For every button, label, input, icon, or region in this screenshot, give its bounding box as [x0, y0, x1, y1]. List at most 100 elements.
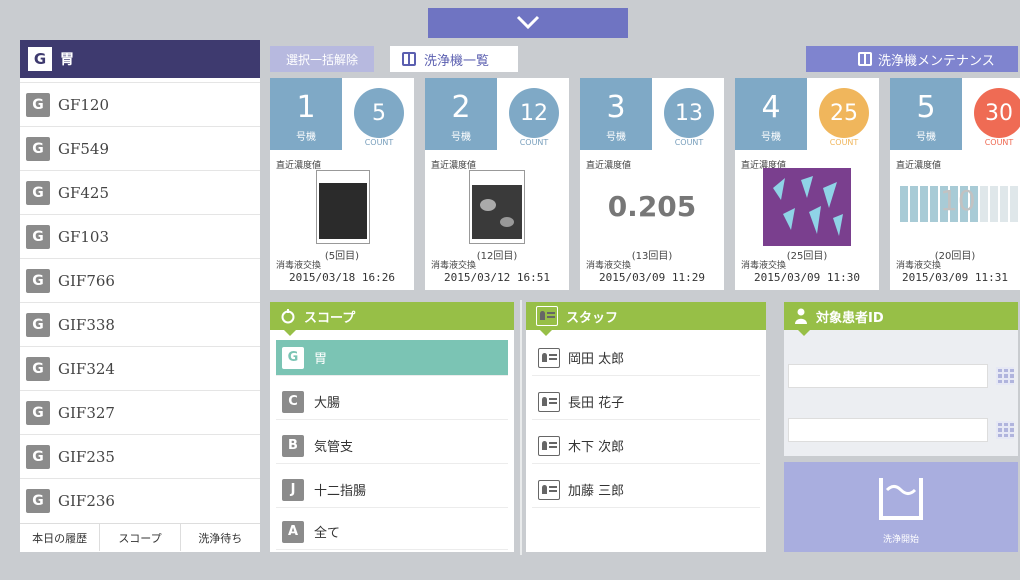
scope-sidebar: G 胃 G GF120 G GF549 G GF425 G GF103 G GIF766 … [20, 40, 260, 552]
scope-label: GF103 [58, 227, 110, 246]
sidebar-tabs: 本日の履歴 スコープ 洗浄待ち [20, 523, 260, 551]
category-badge: G [28, 47, 52, 71]
scope-option-bronchus[interactable]: B 気管支 [276, 428, 508, 464]
staff-name: 木下 次郎 [568, 440, 625, 455]
scope-option-label: 全て [314, 526, 341, 541]
person-icon [795, 308, 807, 324]
scope-option-all[interactable]: A 全て [276, 514, 508, 550]
washer-maintenance-button[interactable]: 洗浄機メンテナンス [806, 46, 1018, 72]
patient-id-input-1[interactable] [788, 364, 988, 388]
category-badge: G [282, 346, 304, 369]
keypad-icon[interactable] [996, 421, 1014, 439]
staff-item[interactable]: 木下 次郎 [532, 428, 760, 464]
tab-scope[interactable]: スコープ [100, 524, 181, 551]
category-badge: A [282, 520, 304, 543]
list-item[interactable]: G GIF235 [20, 434, 260, 478]
tab-today-history[interactable]: 本日の履歴 [20, 524, 101, 551]
indicator-value: 10 [940, 184, 976, 217]
category-badge: G [26, 312, 50, 337]
disinfectant-change-label: 消毒液交換 [431, 261, 477, 271]
list-item[interactable]: G GIF338 [20, 302, 260, 346]
panel-divider [520, 300, 522, 555]
count-label: COUNT [829, 138, 859, 147]
timestamp: 2015/03/09 11:29 [599, 271, 705, 284]
concentration-value: 0.205 [607, 190, 697, 223]
machine-unit: 号機 [451, 132, 471, 143]
machine-unit: 号機 [606, 132, 626, 143]
test-strip-image [469, 170, 525, 244]
timestamp: 2015/03/18 16:26 [289, 271, 395, 284]
list-item[interactable]: G GIF324 [20, 346, 260, 390]
count-circle: 5 [354, 88, 404, 138]
keypad-icon[interactable] [996, 367, 1014, 385]
timestamp: 2015/03/12 16:51 [444, 271, 550, 284]
machine-number: 5 [916, 90, 936, 125]
clear-selection-button[interactable]: 選択一括解除 [270, 46, 374, 72]
category-badge: G [26, 180, 50, 205]
disinfectant-change-label: 消毒液交換 [896, 261, 942, 271]
washer-card-4[interactable]: 4 号機 25 COUNT 直近濃度値 (25回目) 消毒液交換 2015/03/… [735, 78, 879, 290]
id-card-icon [536, 306, 558, 326]
category-badge: G [26, 92, 50, 117]
category-badge: G [26, 224, 50, 249]
tab-waiting-wash[interactable]: 洗浄待ち [181, 524, 260, 551]
washer-list-button[interactable]: 洗浄機一覧 [390, 46, 518, 72]
washer-card-1[interactable]: 1 号機 5 COUNT 直近濃度値 (5回目) 消毒液交換 2015/03/18… [270, 78, 414, 290]
book-icon [402, 52, 416, 66]
machine-unit: 号機 [916, 132, 936, 143]
scope-option-duodenum[interactable]: J 十二指腸 [276, 472, 508, 508]
list-item[interactable]: G GIF327 [20, 390, 260, 434]
machine-number-box: 3 号機 [580, 78, 652, 150]
recent-concentration-label: 直近濃度値 [586, 161, 632, 171]
id-card-icon [538, 479, 560, 500]
machine-number-box: 4 号機 [735, 78, 807, 150]
timestamp: 2015/03/09 11:31 [902, 271, 1008, 284]
start-wash-button[interactable]: 洗浄開始 [784, 462, 1018, 552]
washer-card-3[interactable]: 3 号機 13 COUNT 直近濃度値 0.205 (13回目) 消毒液交換 20… [580, 78, 724, 290]
list-item[interactable]: G GF425 [20, 170, 260, 214]
count-circle: 13 [664, 88, 714, 138]
count-label: COUNT [364, 138, 394, 147]
staff-name: 長田 花子 [568, 396, 625, 411]
category-badge: G [26, 268, 50, 293]
category-badge: G [26, 444, 50, 469]
machine-unit: 号機 [296, 132, 316, 143]
list-item[interactable]: G GIF236 [20, 478, 260, 522]
sidebar-header: G 胃 [20, 40, 260, 78]
staff-item[interactable]: 岡田 太郎 [532, 340, 760, 376]
scope-label: GF425 [58, 183, 110, 202]
scope-label: GIF324 [58, 359, 115, 378]
collapse-toggle-button[interactable] [428, 8, 628, 38]
scope-panel: スコープ G胃 C 大腸 B 気管支 J 十二指腸 A 全て [270, 302, 514, 552]
count-circle: 25 [819, 88, 869, 138]
washer-card-5[interactable]: 5 号機 30 COUNT 直近濃度値 10 (20回目) 消毒液交換 2015/… [890, 78, 1020, 290]
scope-option-label: 胃 [314, 352, 328, 367]
disinfectant-change-label: 消毒液交換 [276, 261, 322, 271]
scope-option-label: 大腸 [314, 396, 341, 411]
scope-list: G GF120 G GF549 G GF425 G GF103 G GIF766 G GIF… [20, 82, 260, 522]
staff-item[interactable]: 長田 花子 [532, 384, 760, 420]
scope-option-stomach[interactable]: G胃 [276, 340, 508, 376]
washer-card-2[interactable]: 2 号機 12 COUNT 直近濃度値 (12回目) 消毒液交換 2015/03/… [425, 78, 569, 290]
patient-panel-title: 対象患者ID [816, 310, 884, 326]
scope-option-label: 十二指腸 [314, 484, 367, 499]
category-badge: G [26, 488, 50, 513]
test-strip-image [316, 170, 370, 244]
list-item[interactable]: G GIF766 [20, 258, 260, 302]
count-label: COUNT [674, 138, 704, 147]
scope-option-colon[interactable]: C 大腸 [276, 384, 508, 420]
list-item[interactable]: G GF549 [20, 126, 260, 170]
category-badge: C [282, 390, 304, 413]
scope-label: GIF327 [58, 403, 115, 422]
scope-label: GIF235 [58, 447, 115, 466]
list-item[interactable]: G GF120 [20, 82, 260, 126]
patient-id-input-2[interactable] [788, 418, 988, 442]
staff-item[interactable]: 加藤 三郎 [532, 472, 760, 508]
count-label: COUNT [984, 138, 1014, 147]
count-circle: 12 [509, 88, 559, 138]
scope-label: GF120 [58, 95, 110, 114]
sidebar-title: 胃 [60, 52, 74, 68]
washer-maintenance-label: 洗浄機メンテナンス [878, 53, 995, 69]
list-item[interactable]: G GF103 [20, 214, 260, 258]
staff-panel: スタッフ 岡田 太郎 長田 花子 木下 次郎 加藤 三郎 [526, 302, 766, 552]
